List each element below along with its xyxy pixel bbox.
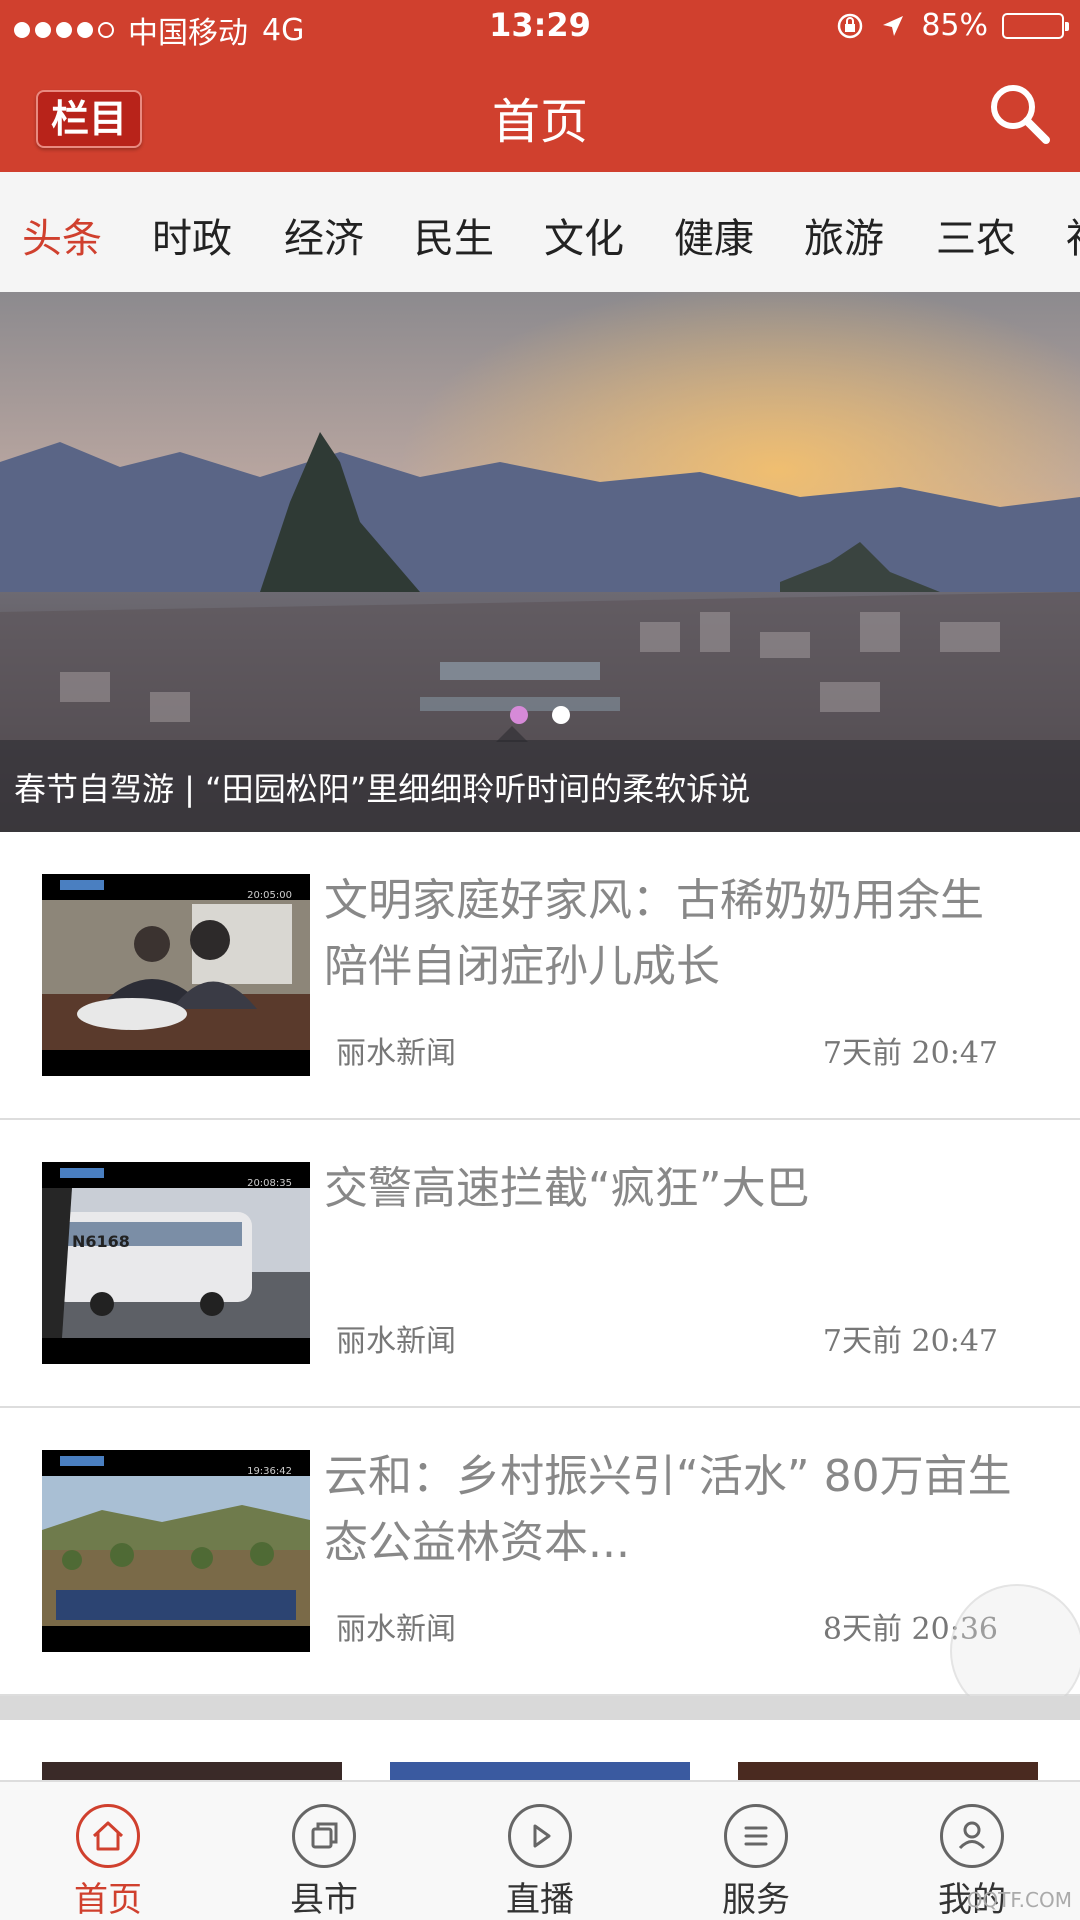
battery-icon — [1002, 12, 1069, 39]
tab-headline[interactable]: 头条 — [22, 206, 102, 264]
nav-live[interactable]: 直播 — [432, 1782, 648, 1920]
header: 栏目 首页 — [0, 54, 1080, 172]
status-right: 85% — [835, 8, 1069, 43]
news-source: 丽水新闻 — [336, 1036, 456, 1071]
tab-culture[interactable]: 文化 — [544, 206, 624, 264]
next-row-thumbnail[interactable] — [42, 1762, 342, 1782]
news-time: 7天前 20:47 — [822, 1324, 998, 1359]
next-row-thumbnail[interactable] — [738, 1762, 1038, 1782]
section-divider — [0, 1696, 1080, 1720]
tab-health[interactable]: 健康 — [674, 206, 754, 264]
nav-services[interactable]: 服务 — [648, 1782, 864, 1920]
nav-label: 服务 — [722, 1880, 790, 1920]
news-source: 丽水新闻 — [336, 1324, 456, 1359]
status-bar: 中国移动 4G 13:29 85% — [0, 0, 1080, 54]
news-title[interactable]: 云和：乡村振兴引“活水” 80万亩生态公益林资本... — [324, 1444, 1024, 1576]
banner-pager-dot-1[interactable] — [510, 706, 528, 724]
tab-agriculture[interactable]: 三农 — [936, 206, 1016, 264]
next-row-thumbnail[interactable] — [390, 1762, 690, 1782]
thumbnail-timestamp: 20:08:35 — [247, 1178, 292, 1189]
home-icon — [76, 1804, 140, 1868]
news-source: 丽水新闻 — [336, 1612, 456, 1647]
banner-pager-dot-2[interactable] — [552, 706, 570, 724]
tab-travel[interactable]: 旅游 — [804, 206, 884, 264]
news-item[interactable]: N6168 20:08:35 交警高速拦截“疯狂”大巴 丽水新闻 7天前 20:… — [0, 1120, 1080, 1408]
news-title[interactable]: 文明家庭好家风：古稀奶奶用余生陪伴自闭症孙儿成长 — [324, 868, 1024, 1000]
thumbnail-timestamp: 20:05:00 — [247, 890, 292, 901]
menu-icon — [724, 1804, 788, 1868]
nav-counties[interactable]: 县市 — [216, 1782, 432, 1920]
nav-label: 直播 — [506, 1880, 574, 1920]
tab-economy[interactable]: 经济 — [284, 206, 364, 264]
news-thumbnail: N6168 20:08:35 — [42, 1162, 310, 1364]
nav-label: 县市 — [290, 1880, 358, 1920]
tab-politics[interactable]: 时政 — [152, 206, 232, 264]
play-icon — [508, 1804, 572, 1868]
app-topbar: 中国移动 4G 13:29 85% 栏目 首页 — [0, 0, 1080, 172]
news-item[interactable]: 19:36:42 云和：乡村振兴引“活水” 80万亩生态公益林资本... 丽水新… — [0, 1408, 1080, 1696]
news-item[interactable]: 20:05:00 文明家庭好家风：古稀奶奶用余生陪伴自闭症孙儿成长 丽水新闻 7… — [0, 832, 1080, 1120]
watermark: QQTF.COM — [966, 1888, 1072, 1912]
search-icon[interactable] — [986, 80, 1054, 148]
bottom-nav: 首页 县市 直播 服务 我的 — [0, 1780, 1080, 1920]
nav-home[interactable]: 首页 — [0, 1782, 216, 1920]
banner-caption[interactable]: 春节自驾游 | “田园松阳”里细细聆听时间的柔软诉说 — [14, 764, 750, 810]
nav-label: 首页 — [74, 1880, 142, 1920]
category-tabs: 头条 时政 经济 民生 文化 健康 旅游 三农 社 — [0, 172, 1080, 292]
location-arrow-icon — [883, 15, 904, 36]
page-title: 首页 — [491, 94, 588, 150]
battery-percent: 85% — [921, 8, 988, 43]
tab-livelihood[interactable]: 民生 — [414, 206, 494, 264]
user-icon — [940, 1804, 1004, 1868]
bus-plate: N6168 — [72, 1232, 130, 1251]
news-title[interactable]: 交警高速拦截“疯狂”大巴 — [324, 1156, 1024, 1222]
caption-pointer-icon — [496, 726, 528, 742]
tab-society[interactable]: 社 — [1066, 206, 1080, 264]
thumbnail-timestamp: 19:36:42 — [247, 1466, 292, 1477]
news-thumbnail: 19:36:42 — [42, 1450, 310, 1652]
news-time: 7天前 20:47 — [822, 1036, 998, 1071]
rotation-lock-icon — [838, 13, 863, 38]
news-thumbnail: 20:05:00 — [42, 874, 310, 1076]
layers-icon — [292, 1804, 356, 1868]
